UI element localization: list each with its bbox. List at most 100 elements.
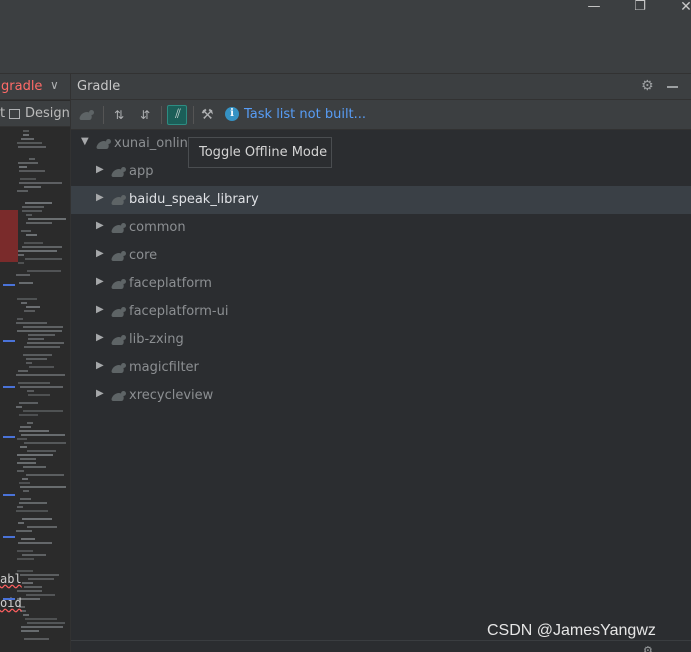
minimap-line xyxy=(22,518,52,520)
minimap-line xyxy=(17,190,28,192)
collapsed-arrow-icon[interactable]: ▶ xyxy=(96,388,104,399)
minimap-line xyxy=(17,330,62,332)
minimap-line xyxy=(22,582,33,584)
minimap-line xyxy=(18,542,52,544)
code-fragment: abl xyxy=(0,572,22,586)
minimap-line xyxy=(16,530,32,532)
minimap-line xyxy=(17,438,27,440)
minimap-line xyxy=(20,610,26,612)
minimap-line xyxy=(23,614,29,616)
minimap-line xyxy=(21,138,34,140)
collapse-all-icon[interactable]: ⇵ xyxy=(135,105,155,125)
minimap-line xyxy=(24,346,60,348)
minimap-line xyxy=(21,630,39,632)
minimap-line xyxy=(23,354,52,356)
toggle-offline-mode-button[interactable]: ⫽ xyxy=(167,105,187,125)
minimap-line xyxy=(19,166,27,168)
minimap-line xyxy=(17,558,34,560)
tree-module-row[interactable]: ▶ app xyxy=(71,158,691,186)
minimap-line xyxy=(22,554,46,556)
minimap-line xyxy=(24,638,49,640)
tree-module-label: app xyxy=(129,164,154,179)
minimap-line xyxy=(28,338,44,340)
gradle-elephant-icon xyxy=(112,390,126,402)
tree-module-row[interactable]: ▶ faceplatform xyxy=(71,270,691,298)
minimap-line xyxy=(17,142,42,144)
minimap-line xyxy=(26,594,55,596)
gutter-change-marker xyxy=(3,494,15,496)
tree-module-label: baidu_speak_library xyxy=(129,192,259,207)
toolbar-divider xyxy=(193,106,194,124)
gutter-change-marker xyxy=(3,340,15,342)
minimap-line xyxy=(23,326,63,328)
minimap-line xyxy=(22,478,28,480)
minimap-line xyxy=(16,274,30,276)
gear-icon[interactable]: ⚙ xyxy=(641,78,654,94)
editor-mode-bar: t Design xyxy=(0,101,70,127)
collapsed-arrow-icon[interactable]: ▶ xyxy=(96,248,104,259)
main-toolbar-area xyxy=(0,20,691,74)
editor-tab[interactable]: gradle ∨ xyxy=(0,74,70,100)
minimap-line xyxy=(27,390,34,392)
toolbar-divider xyxy=(161,106,162,124)
panel-title: Gradle xyxy=(77,79,121,94)
tree-module-row[interactable]: ▶ baidu_speak_library xyxy=(71,186,691,214)
gutter-change-marker xyxy=(3,386,15,388)
minimap-line xyxy=(18,146,46,148)
minimap-line xyxy=(26,234,37,236)
gradle-toolbar: ⇅ ⇵ ⫽ ⚒ i Task list not built... xyxy=(71,100,691,130)
tree-module-row[interactable]: ▶ common xyxy=(71,214,691,242)
tree-module-label: faceplatform xyxy=(129,276,212,291)
tooltip: Toggle Offline Mode xyxy=(188,137,332,168)
tree-module-row[interactable]: ▶ magicfilter xyxy=(71,354,691,382)
minimap-line xyxy=(18,382,50,384)
chevron-down-icon[interactable]: ∨ xyxy=(50,78,59,92)
collapsed-arrow-icon[interactable]: ▶ xyxy=(96,360,104,371)
minimap-line xyxy=(22,206,44,208)
minimap-line xyxy=(22,210,42,212)
tree-module-row[interactable]: ▶ xrecycleview xyxy=(71,382,691,410)
minimap-line xyxy=(18,370,28,372)
tree-module-row[interactable]: ▶ core xyxy=(71,242,691,270)
minimap-line xyxy=(20,386,63,388)
close-icon[interactable]: ✕ xyxy=(674,0,691,20)
minimap-line xyxy=(17,298,37,300)
minimap-line xyxy=(21,434,65,436)
gutter-change-marker xyxy=(3,536,15,538)
code-minimap[interactable] xyxy=(0,130,70,650)
restore-icon[interactable]: ❐ xyxy=(628,0,652,20)
task-list-status-link[interactable]: Task list not built... xyxy=(244,107,366,122)
minimap-line xyxy=(26,474,64,476)
tree-module-label: common xyxy=(129,220,186,235)
mode-design-label[interactable]: Design xyxy=(25,106,70,121)
minimap-line xyxy=(25,202,52,204)
tree-module-row[interactable]: ▶ faceplatform-ui xyxy=(71,298,691,326)
wrench-icon[interactable]: ⚒ xyxy=(201,105,221,125)
mode-text-label[interactable]: t xyxy=(0,106,5,121)
collapsed-arrow-icon[interactable]: ▶ xyxy=(96,304,104,315)
collapsed-arrow-icon[interactable]: ▶ xyxy=(96,164,104,175)
collapsed-arrow-icon[interactable]: ▶ xyxy=(96,220,104,231)
minimap-line xyxy=(18,162,38,164)
collapsed-arrow-icon[interactable]: ▶ xyxy=(96,276,104,287)
collapsed-arrow-icon[interactable]: ▶ xyxy=(96,332,104,343)
minimap-line xyxy=(19,402,38,404)
design-icon[interactable] xyxy=(9,109,20,119)
refresh-gradle-icon[interactable] xyxy=(77,105,97,125)
hide-panel-icon[interactable] xyxy=(667,78,679,92)
watermark: CSDN @JamesYangwz xyxy=(487,622,656,639)
tree-module-row[interactable]: ▶ lib-zxing xyxy=(71,326,691,354)
minimize-icon[interactable]: — xyxy=(582,0,606,20)
expanded-arrow-icon[interactable]: ▼ xyxy=(81,136,89,147)
gear-icon[interactable]: ⚙ xyxy=(643,644,653,652)
tree-module-label: xrecycleview xyxy=(129,388,214,403)
minimap-line xyxy=(23,490,29,492)
minimap-line xyxy=(19,430,49,432)
gradle-tool-window: Gradle ⚙ ⇅ ⇵ ⫽ ⚒ i Task list not built..… xyxy=(71,74,691,652)
minimap-line xyxy=(24,442,66,444)
collapsed-arrow-icon[interactable]: ▶ xyxy=(96,192,104,203)
minimap-line xyxy=(21,538,35,540)
tree-root-row[interactable]: ▼ xunai_online xyxy=(71,130,691,158)
minimap-line xyxy=(28,334,55,336)
expand-all-icon[interactable]: ⇅ xyxy=(109,105,129,125)
